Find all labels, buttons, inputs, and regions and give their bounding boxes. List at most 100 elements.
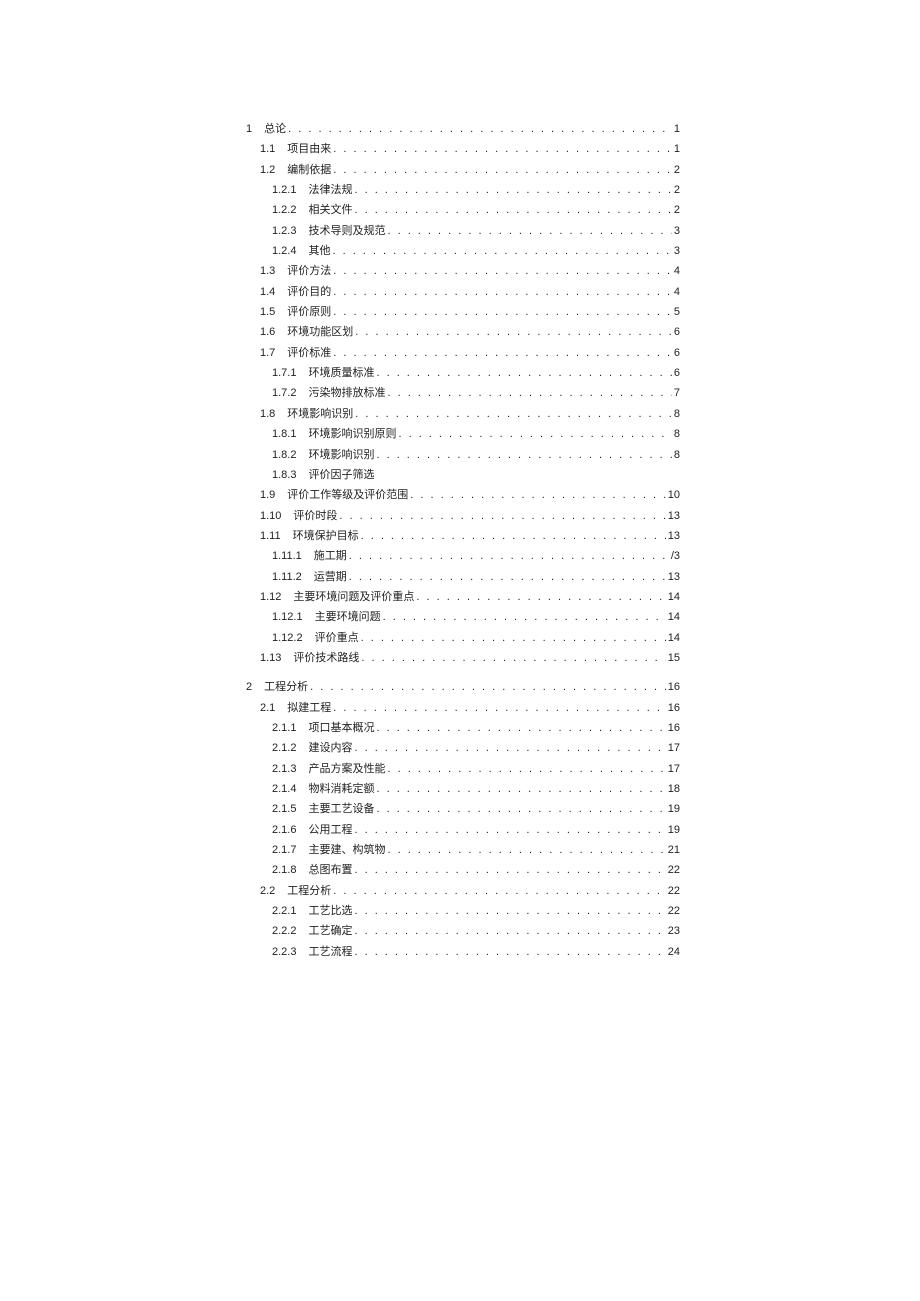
toc-page-number: 17 — [668, 738, 680, 758]
toc-entry: 1.5评价原则5 — [246, 302, 680, 322]
toc-leader-dots — [332, 241, 671, 261]
toc-title: 污染物排放标准 — [308, 383, 385, 403]
toc-leader-dots — [310, 677, 666, 697]
toc-entry: 1.2.1法律法规2 — [246, 180, 680, 200]
toc-title: 工程分析 — [264, 677, 308, 697]
toc-number: 1.11 — [260, 526, 281, 546]
toc-leader-dots — [333, 881, 665, 901]
toc-title: 相关文件 — [308, 200, 352, 220]
toc-number: 1.1 — [260, 139, 275, 159]
toc-page-number: 1 — [674, 139, 680, 159]
toc-entry: 1.3评价方法4 — [246, 261, 680, 281]
toc-page-number: 8 — [674, 445, 680, 465]
toc-leader-dots — [349, 546, 669, 566]
toc-leader-dots — [333, 282, 672, 302]
toc-title: 项口基本概况 — [308, 718, 374, 738]
toc-title: 环境质量标准 — [308, 363, 374, 383]
toc-page-number: 8 — [674, 404, 680, 424]
toc-entry: 1.2.3 技术导则及规范 3 — [246, 221, 680, 241]
toc-title: 环境影响识别 — [287, 404, 353, 424]
toc-title: 评价重点 — [315, 628, 359, 648]
toc-page-number: 16 — [668, 718, 680, 738]
toc-entry: 1.4评价目的4 — [246, 282, 680, 302]
toc-number: 1 — [246, 119, 252, 139]
toc-entry: 2.1.1 项口基本概况 16 — [246, 718, 680, 738]
toc-entry: 2.1.7主要建、构筑物21 — [246, 840, 680, 860]
toc-entry: 1.1项目由来1 — [246, 139, 680, 159]
toc-title: 技术导则及规范 — [308, 221, 385, 241]
toc-entry: 1.8.3评价因子筛选 — [246, 465, 680, 485]
toc-number: 1.2.4 — [272, 241, 296, 261]
toc-entry: 1.12.1主要环境问题14 — [246, 607, 680, 627]
toc-entry: 1.8环境影响识别8 — [246, 404, 680, 424]
toc-number: 2.1 — [260, 698, 275, 718]
toc-number: 1.7 — [260, 343, 275, 363]
toc-title: 评价时段 — [293, 506, 337, 526]
toc-page-number: 2 — [674, 160, 680, 180]
toc-title: 工艺确定 — [308, 921, 352, 941]
toc-number: 1.10 — [260, 506, 281, 526]
toc-number: 2.1.4 — [272, 779, 296, 799]
toc-number: 2.2.2 — [272, 921, 296, 941]
toc-leader-dots — [333, 139, 672, 159]
toc-leader-dots — [354, 180, 671, 200]
toc-leader-dots — [354, 942, 665, 962]
toc-title: 施工期 — [314, 546, 347, 566]
toc-number: 1.2.3 — [272, 221, 296, 241]
toc-entry: 2.2.1工艺比选22 — [246, 901, 680, 921]
toc-number: 2.1.8 — [272, 860, 296, 880]
toc-page-number: 14 — [668, 607, 680, 627]
toc-leader-dots — [387, 221, 671, 241]
toc-number: 1.2.1 — [272, 180, 296, 200]
toc-page-number: 8 — [674, 424, 680, 444]
toc-title: 其他 — [308, 241, 330, 261]
toc-leader-dots — [354, 738, 665, 758]
toc-entry: 2.1.4物料消耗定额18 — [246, 779, 680, 799]
toc-number: 1.13 — [260, 648, 281, 668]
toc-page-number: 1 — [674, 119, 680, 139]
toc-leader-dots — [288, 119, 672, 139]
toc-title: 环境影响识别 — [308, 445, 374, 465]
toc-page-number: 6 — [674, 322, 680, 342]
toc-leader-dots — [383, 607, 666, 627]
toc-entry: 1.11.2运营期13 — [246, 567, 680, 587]
toc-leader-dots — [376, 445, 671, 465]
toc-page-number: 14 — [668, 628, 680, 648]
toc-leader-dots — [398, 424, 671, 444]
toc-page-number: 16 — [668, 677, 680, 697]
toc-entry: 2.2.2 工艺确定 23 — [246, 921, 680, 941]
toc-leader-dots — [349, 567, 666, 587]
toc-number: 1.5 — [260, 302, 275, 322]
toc-entry: 2.1.8总图布置22 — [246, 860, 680, 880]
toc-leader-dots — [333, 261, 672, 281]
toc-number: 2.1.5 — [272, 799, 296, 819]
toc-page-number: 10 — [668, 485, 680, 505]
toc-page-number: 23 — [668, 921, 680, 941]
toc-entry: 1.12主要环境问题及评价重点14 — [246, 587, 680, 607]
table-of-contents: 1总论11.1项目由来11.2编制依据21.2.1法律法规21.2.2相关文件2… — [246, 119, 680, 962]
toc-title: 评价目的 — [287, 282, 331, 302]
toc-page-number: 4 — [674, 282, 680, 302]
toc-number: 1.3 — [260, 261, 275, 281]
toc-number: 1.2 — [260, 160, 275, 180]
toc-entry: 2工程分析16 — [246, 677, 680, 697]
toc-title: 主要环境问题及评价重点 — [293, 587, 414, 607]
toc-number: 2.2.1 — [272, 901, 296, 921]
toc-entry: 1.2编制依据2 — [246, 160, 680, 180]
toc-number: 2.1.1 — [272, 718, 296, 738]
toc-title: 评价工作等级及评价范围 — [287, 485, 408, 505]
toc-title: 运营期 — [314, 567, 347, 587]
toc-number: 1.11.2 — [272, 567, 302, 587]
toc-entry: 2.1.5主要工艺设备19 — [246, 799, 680, 819]
toc-page-number: 3 — [674, 221, 680, 241]
toc-number: 1.6 — [260, 322, 275, 342]
toc-entry: 2.1拟建工程16 — [246, 698, 680, 718]
toc-entry: 2.1.6公用工程19 — [246, 820, 680, 840]
toc-page-number: 22 — [668, 860, 680, 880]
toc-entry: 1.11.1施工期/3 — [246, 546, 680, 566]
toc-leader-dots — [333, 343, 672, 363]
toc-title: 总论 — [264, 119, 286, 139]
document-page: 1总论11.1项目由来11.2编制依据21.2.1法律法规21.2.2相关文件2… — [0, 0, 920, 1262]
toc-leader-dots — [333, 698, 665, 718]
toc-number: 1.12.1 — [272, 607, 303, 627]
